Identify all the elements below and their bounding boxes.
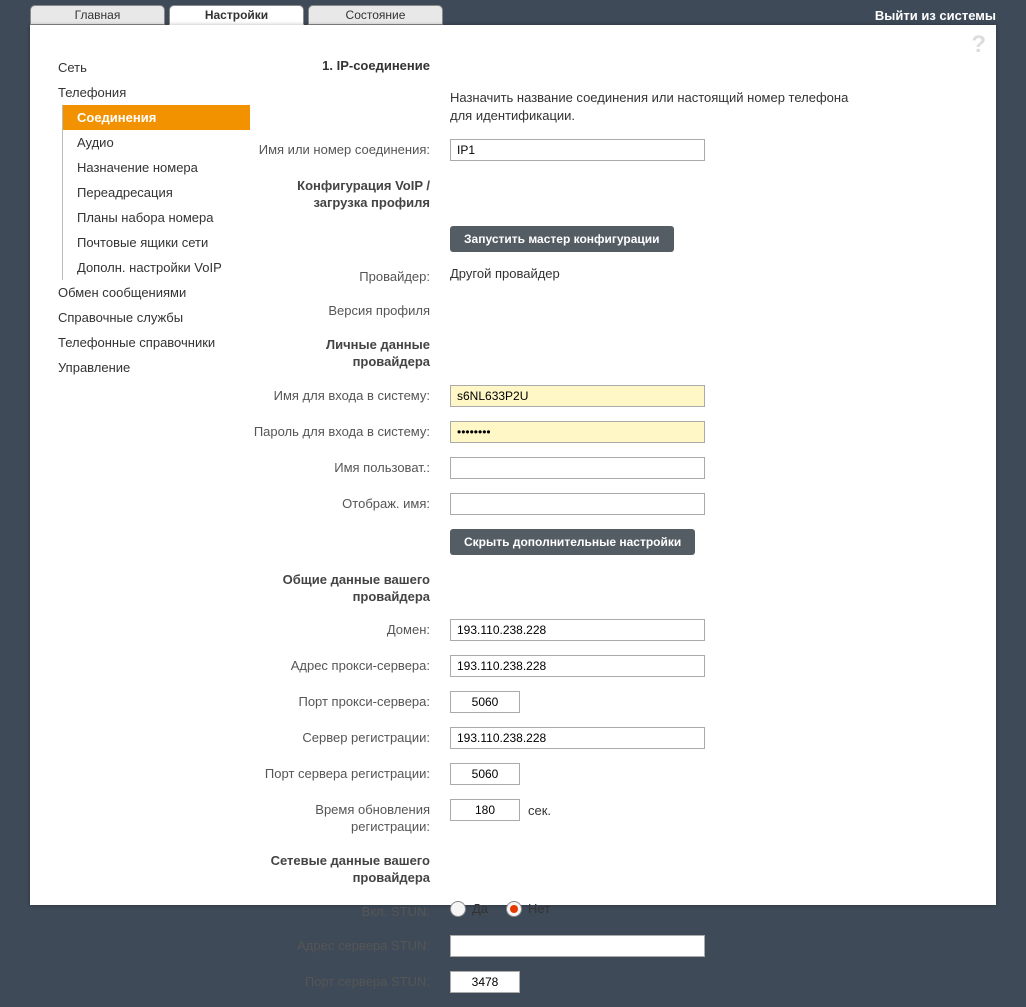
tab-home[interactable]: Главная bbox=[30, 5, 165, 25]
reg-refresh-label: Время обновления регистрации: bbox=[250, 799, 450, 836]
username-input[interactable] bbox=[450, 457, 705, 479]
sidebar-item-phonebooks[interactable]: Телефонные справочники bbox=[50, 330, 250, 355]
sidebar-item-network[interactable]: Сеть bbox=[50, 55, 250, 80]
form-area: 1. IP-соединение Назначить название соед… bbox=[250, 55, 996, 1007]
reg-refresh-input[interactable] bbox=[450, 799, 520, 821]
sidebar-item-telephony[interactable]: Телефония bbox=[50, 80, 250, 105]
sidebar-item-connections[interactable]: Соединения bbox=[63, 105, 250, 130]
provider-label: Провайдер: bbox=[250, 266, 450, 286]
reg-port-input[interactable] bbox=[450, 763, 520, 785]
radio-no[interactable] bbox=[506, 901, 522, 917]
conn-name-input[interactable] bbox=[450, 139, 705, 161]
help-icon[interactable]: ? bbox=[971, 31, 986, 59]
sidebar-sub: Соединения Аудио Назначение номера Переа… bbox=[62, 105, 250, 280]
general-data-label: Общие данные вашего провайдера bbox=[250, 569, 450, 606]
domain-label: Домен: bbox=[250, 619, 450, 639]
voip-config-label: Конфигурация VoIP / загрузка профиля bbox=[250, 175, 450, 212]
login-input[interactable] bbox=[450, 385, 705, 407]
tab-settings[interactable]: Настройки bbox=[169, 5, 304, 25]
stun-port-label: Порт сервера STUN: bbox=[250, 971, 450, 991]
sidebar-item-audio[interactable]: Аудио bbox=[63, 130, 250, 155]
display-name-label: Отображ. имя: bbox=[250, 493, 450, 513]
stun-addr-input[interactable] bbox=[450, 935, 705, 957]
login-label: Имя для входа в систему: bbox=[250, 385, 450, 405]
sidebar-item-forwarding[interactable]: Переадресация bbox=[63, 180, 250, 205]
reg-port-label: Порт сервера регистрации: bbox=[250, 763, 450, 783]
radio-yes[interactable] bbox=[450, 901, 466, 917]
password-label: Пароль для входа в систему: bbox=[250, 421, 450, 441]
conn-name-label: Имя или номер соединения: bbox=[250, 139, 450, 159]
profile-version-label: Версия профиля bbox=[250, 300, 450, 320]
username-label: Имя пользоват.: bbox=[250, 457, 450, 477]
sidebar-item-number-assign[interactable]: Назначение номера bbox=[63, 155, 250, 180]
sidebar-item-info-services[interactable]: Справочные службы bbox=[50, 305, 250, 330]
proxy-port-label: Порт прокси-сервера: bbox=[250, 691, 450, 711]
password-input[interactable] bbox=[450, 421, 705, 443]
reg-server-label: Сервер регистрации: bbox=[250, 727, 450, 747]
provider-value: Другой провайдер bbox=[450, 266, 560, 281]
personal-data-label: Личные данные провайдера bbox=[250, 334, 450, 371]
display-name-input[interactable] bbox=[450, 493, 705, 515]
content: Сеть Телефония Соединения Аудио Назначен… bbox=[30, 25, 996, 1007]
radio-yes-label: Да bbox=[472, 901, 488, 916]
sidebar-item-messaging[interactable]: Обмен сообщениями bbox=[50, 280, 250, 305]
hide-advanced-button[interactable]: Скрыть дополнительные настройки bbox=[450, 529, 695, 555]
stun-radio-group: Да Нет bbox=[450, 901, 562, 917]
sidebar-item-voip-extra[interactable]: Дополн. настройки VoIP bbox=[63, 255, 250, 280]
reg-server-input[interactable] bbox=[450, 727, 705, 749]
tabs: Главная Настройки Состояние bbox=[30, 5, 443, 25]
network-data-label: Сетевые данные вашего провайдера bbox=[250, 850, 450, 887]
stun-enable-label: Вкл. STUN: bbox=[250, 901, 450, 921]
logout-link[interactable]: Выйти из системы bbox=[875, 8, 996, 23]
sidebar: Сеть Телефония Соединения Аудио Назначен… bbox=[30, 55, 250, 1007]
wizard-button[interactable]: Запустить мастер конфигурации bbox=[450, 226, 674, 252]
topbar: Главная Настройки Состояние Выйти из сис… bbox=[0, 0, 1026, 25]
sidebar-item-dial-plans[interactable]: Планы набора номера bbox=[63, 205, 250, 230]
section-title: 1. IP-соединение bbox=[322, 58, 430, 73]
sidebar-item-mailboxes[interactable]: Почтовые ящики сети bbox=[63, 230, 250, 255]
stun-port-input[interactable] bbox=[450, 971, 520, 993]
sidebar-item-management[interactable]: Управление bbox=[50, 355, 250, 380]
main-panel: ? Сеть Телефония Соединения Аудио Назнач… bbox=[30, 25, 996, 905]
proxy-addr-label: Адрес прокси-сервера: bbox=[250, 655, 450, 675]
radio-no-label: Нет bbox=[528, 901, 550, 916]
tab-status[interactable]: Состояние bbox=[308, 5, 443, 25]
reg-refresh-unit: сек. bbox=[528, 803, 551, 818]
stun-addr-label: Адрес сервера STUN: bbox=[250, 935, 450, 955]
section-desc: Назначить название соединения или настоя… bbox=[450, 89, 850, 125]
proxy-addr-input[interactable] bbox=[450, 655, 705, 677]
proxy-port-input[interactable] bbox=[450, 691, 520, 713]
domain-input[interactable] bbox=[450, 619, 705, 641]
